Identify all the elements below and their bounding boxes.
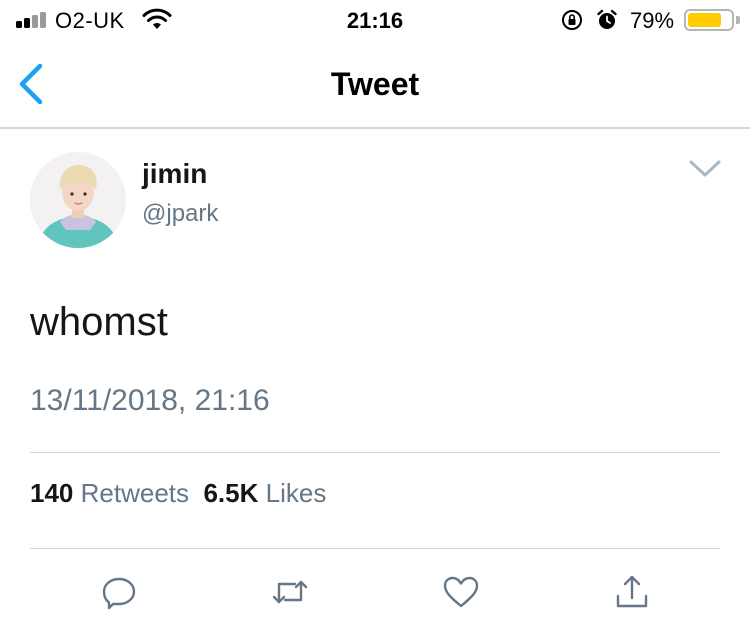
tweet-text: whomst bbox=[30, 300, 168, 344]
like-button[interactable] bbox=[441, 572, 481, 612]
retweets-count: 140 bbox=[30, 478, 74, 508]
user-handle[interactable]: @jpark bbox=[142, 200, 218, 228]
avatar[interactable] bbox=[30, 152, 126, 248]
reply-icon bbox=[102, 577, 136, 610]
battery-nub bbox=[736, 16, 740, 24]
retweet-button[interactable] bbox=[270, 572, 310, 612]
reply-button[interactable] bbox=[99, 572, 139, 612]
tweet-options-button[interactable] bbox=[688, 158, 722, 180]
battery-level-fill bbox=[688, 13, 721, 27]
divider bbox=[30, 452, 720, 453]
tweet-stats: 140 Retweets 6.5K Likes bbox=[30, 478, 326, 509]
likes-count: 6.5K bbox=[203, 478, 259, 508]
rotation-lock-icon bbox=[562, 10, 582, 30]
retweet-icon bbox=[272, 580, 308, 604]
profile-photo bbox=[30, 152, 126, 248]
chevron-down-icon bbox=[689, 160, 721, 177]
divider bbox=[30, 548, 720, 549]
page-title: Tweet bbox=[330, 66, 420, 102]
tweet-screen: O2-UK 21:16 79% Tweet jimin @jpark whoms… bbox=[0, 0, 750, 632]
likes-label: Likes bbox=[265, 478, 327, 508]
status-bar: O2-UK 21:16 79% bbox=[0, 0, 750, 40]
display-name[interactable]: jimin bbox=[142, 158, 207, 190]
share-button[interactable] bbox=[612, 572, 652, 612]
share-icon bbox=[616, 575, 648, 608]
battery-percentage: 79% bbox=[630, 8, 675, 33]
retweets-stat[interactable]: 140 Retweets bbox=[30, 478, 189, 508]
likes-stat[interactable]: 6.5K Likes bbox=[203, 478, 326, 508]
tweet-timestamp: 13/11/2018, 21:16 bbox=[30, 384, 270, 417]
retweets-label: Retweets bbox=[80, 478, 190, 508]
nav-bar: Tweet bbox=[0, 40, 750, 129]
battery-icon bbox=[684, 9, 734, 31]
alarm-icon bbox=[597, 9, 617, 29]
heart-icon bbox=[443, 576, 479, 608]
